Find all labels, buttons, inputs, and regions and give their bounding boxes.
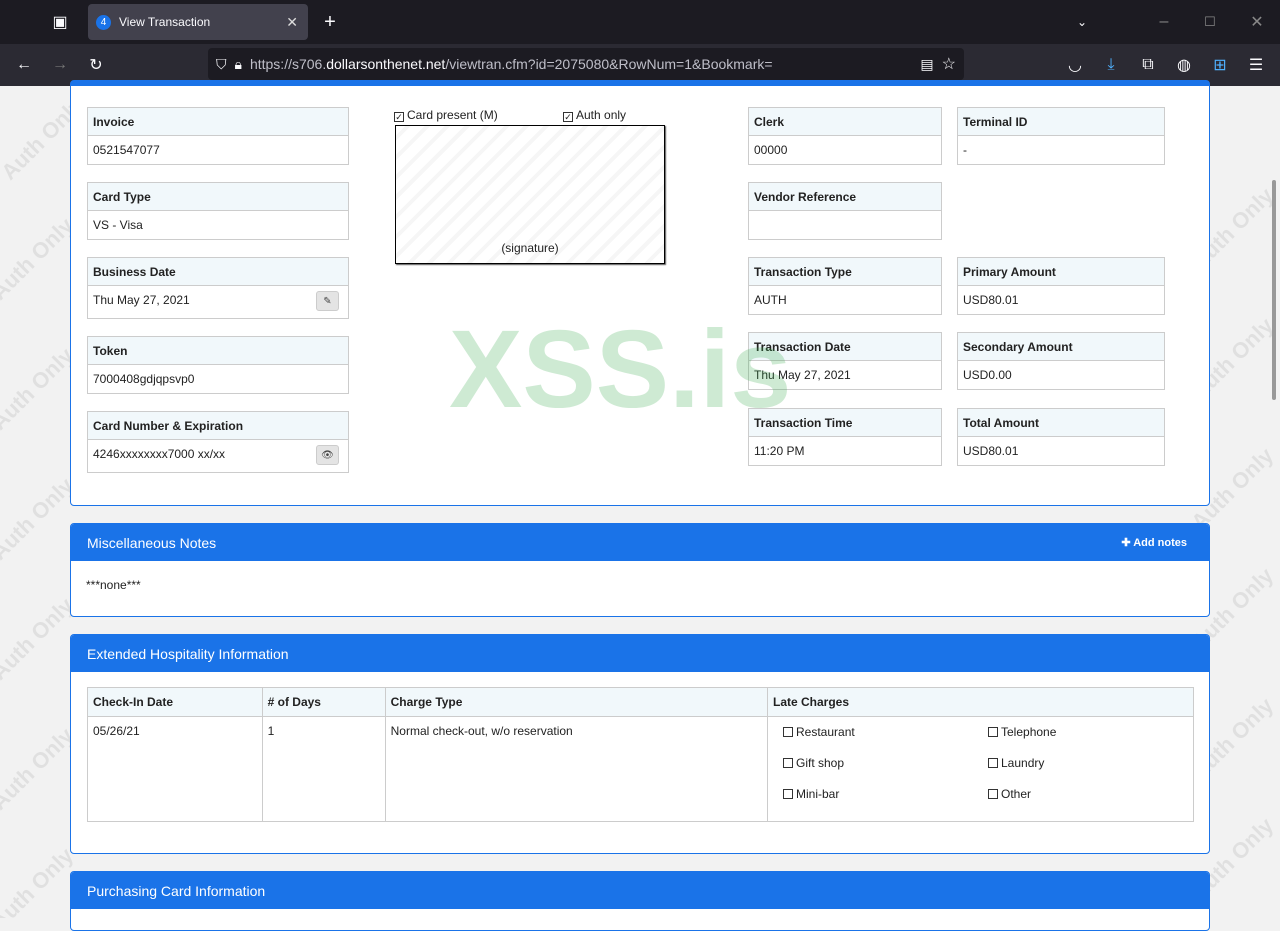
secondary-amount-field: Secondary Amount USD0.00 xyxy=(957,332,1165,390)
tab-list-chevron-icon[interactable]: ⌄ xyxy=(1070,10,1094,34)
auth-only-checkbox: ✓ Auth only xyxy=(563,108,627,122)
reload-icon[interactable]: ↻ xyxy=(84,53,108,77)
browser-tab[interactable]: 4 View Transaction ✕ xyxy=(88,4,308,40)
close-tab-icon[interactable]: ✕ xyxy=(286,14,298,31)
notes-content: ***none*** xyxy=(86,578,141,592)
purchasing-card: Purchasing Card Information xyxy=(70,871,1210,931)
edit-date-button[interactable]: ✎ xyxy=(316,291,339,311)
transaction-time-field: Transaction Time 11:20 PM xyxy=(748,408,942,466)
tab-title: View Transaction xyxy=(119,15,211,29)
hospitality-table: Check-In Date # of Days Charge Type Late… xyxy=(87,687,1194,822)
col-charge-type: Charge Type xyxy=(384,687,769,717)
notes-card: Miscellaneous Notes ✚ Add notes ***none*… xyxy=(70,523,1210,617)
token-field: Token 7000408gdjqpsvp0 xyxy=(87,336,349,394)
minimize-icon[interactable]: – xyxy=(1152,10,1176,34)
reader-view-icon[interactable]: ▤ xyxy=(920,56,933,73)
card-present-checkbox: ✓ Card present (M) xyxy=(394,108,498,122)
scrollbar-thumb[interactable] xyxy=(1272,180,1276,400)
reveal-card-eye-button[interactable]: 👁︎ xyxy=(316,445,339,465)
maximize-icon[interactable]: ☐ xyxy=(1198,10,1222,34)
transaction-date-field: Transaction Date Thu May 27, 2021 xyxy=(748,332,942,390)
late-charge-other: Other xyxy=(988,787,1178,801)
signature-box: (signature) xyxy=(395,125,665,264)
transaction-type-field: Transaction Type AUTH xyxy=(748,257,942,315)
back-icon[interactable]: ← xyxy=(12,53,36,77)
notes-header: Miscellaneous Notes ✚ Add notes xyxy=(71,524,1209,561)
card-type-field: Card Type VS - Visa xyxy=(87,182,349,240)
shield-icon[interactable]: ⛉ xyxy=(216,56,227,73)
extensions-icon[interactable]: ⧉ xyxy=(1136,53,1160,77)
browser-tab-bar: ▣ 4 View Transaction ✕ + ⌄ – ☐ ✕ xyxy=(0,0,1280,44)
table-row: 05/26/21 1 Normal check-out, w/o reserva… xyxy=(87,716,1194,822)
purchasing-header: Purchasing Card Information xyxy=(71,872,1209,909)
site-favicon: 4 xyxy=(96,14,111,30)
late-charge-telephone: Telephone xyxy=(988,725,1178,739)
primary-amount-field: Primary Amount USD80.01 xyxy=(957,257,1165,315)
hospitality-card: Extended Hospitality Information Check-I… xyxy=(70,634,1210,854)
add-notes-button[interactable]: ✚ Add notes xyxy=(1121,536,1187,549)
vendor-reference-field: Vendor Reference xyxy=(748,182,942,240)
bookmark-star-icon[interactable]: ☆ xyxy=(942,54,956,74)
hospitality-header: Extended Hospitality Information xyxy=(71,635,1209,672)
business-date-field: Business Date Thu May 27, 2021 ✎ xyxy=(87,257,349,319)
url-text: https://s706.dollarsonthenet.net/viewtra… xyxy=(249,56,773,72)
total-amount-field: Total Amount USD80.01 xyxy=(957,408,1165,466)
invoice-field: Invoice 0521547077 xyxy=(87,107,349,165)
col-days: # of Days xyxy=(261,687,386,717)
cookie-icon[interactable]: ◍ xyxy=(1172,53,1196,77)
transaction-card: Invoice 0521547077 Card Type VS - Visa Bus… xyxy=(70,80,1210,506)
late-charge-mini-bar: Mini-bar xyxy=(783,787,988,801)
download-icon[interactable]: ⤓ xyxy=(1099,53,1123,77)
late-charge-gift-shop: Gift shop xyxy=(783,756,988,770)
col-late-charges: Late Charges xyxy=(767,687,1194,717)
menu-icon[interactable]: ☰ xyxy=(1244,53,1268,77)
address-bar[interactable]: ⛉ 🔒︎ https://s706.dollarsonthenet.net/vi… xyxy=(208,48,964,80)
clerk-field: Clerk 00000 xyxy=(748,107,942,165)
new-tab-icon[interactable]: + xyxy=(318,10,342,34)
translate-icon[interactable]: ⊞ xyxy=(1208,53,1232,77)
forward-icon[interactable]: → xyxy=(48,53,72,77)
xss-watermark: XSS.is xyxy=(449,308,792,431)
close-window-icon[interactable]: ✕ xyxy=(1245,10,1269,34)
pocket-icon[interactable]: ◡ xyxy=(1063,53,1087,77)
lock-icon[interactable]: 🔒︎ xyxy=(235,56,242,73)
late-charge-laundry: Laundry xyxy=(988,756,1178,770)
signature-caption: (signature) xyxy=(501,241,559,255)
col-check-in: Check-In Date xyxy=(87,687,263,717)
late-charge-restaurant: Restaurant xyxy=(783,725,988,739)
terminal-id-field: Terminal ID - xyxy=(957,107,1165,165)
card-number-field: Card Number & Expiration 4246xxxxxxxx7000… xyxy=(87,411,349,473)
tab-overview-icon[interactable]: ▣ xyxy=(48,10,72,34)
